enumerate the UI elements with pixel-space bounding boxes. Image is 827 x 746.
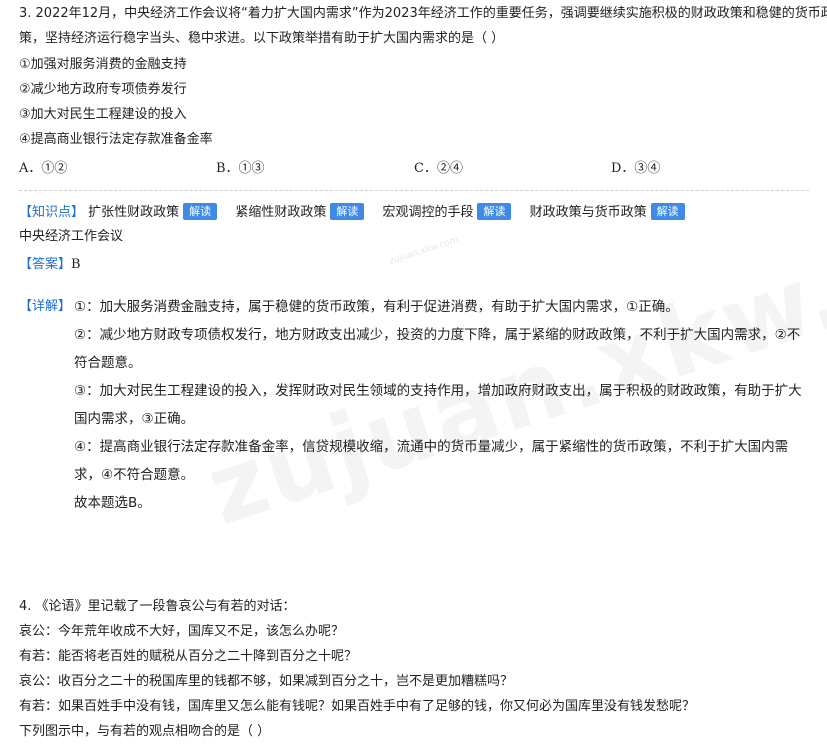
q4-dialogue-line: 哀公：收百分之二十的税国库里的钱都不够，如果减到百分之十，岂不是更加糟糕吗？ [19,674,514,689]
option-c[interactable]: C．②④ [414,157,463,176]
option-a[interactable]: A．①② [19,157,67,176]
q3-stem-line1: 3. 2022年12月，中央经济工作会议将“着力扩大国内需求”作为2023年经济… [19,6,827,21]
q4-dialogue-line: 有若：能否将老百姓的赋税从百分之二十降到百分之十呢？ [19,649,358,664]
q3-item-3: ③加大对民生工程建设的投入 [19,107,187,122]
knowledge-point-label[interactable]: 扩张性财政政策 [88,205,179,220]
q3-stem-line2: 策，坚持经济运行稳字当头、稳中求进。以下政策举措有助于扩大国内需求的是（ ） [19,31,505,46]
explain-button[interactable]: 解读 [330,203,365,220]
knowledge-point-label[interactable]: 宏观调控的手段 [382,205,473,220]
explain-button[interactable]: 解读 [650,203,685,220]
extra-knowledge-point[interactable]: 中央经济工作会议 [19,227,123,247]
knowledge-point-label[interactable]: 财政政策与货币政策 [530,205,647,220]
q4-dialogue-line: 有若：如果百姓手中没有钱，国库里又怎么能有钱呢？如果百姓手中有了足够的钱，你又何… [19,699,696,714]
detail-paragraph-3: ③：加大对民生工程建设的投入，发挥财政对民生领域的支持作用，增加政府财政支出，属… [74,383,802,427]
q4-dialogue-line: 哀公：今年荒年收成不大好，国库又不足，该怎么办呢？ [19,624,345,639]
option-d[interactable]: D．③④ [611,157,660,176]
q4-question: 下列图示中，与有若的观点相吻合的是（ ） [19,724,271,739]
answer-value: B [71,257,81,272]
knowledge-label: 【知识点】 [19,205,85,220]
q3-item-2: ②减少地方政府专项债券发行 [19,82,187,97]
explain-button[interactable]: 解读 [477,203,512,220]
detail-paragraph-4: ④：提高商业银行法定存款准备金率，信贷规模收缩，流通中的货币量减少，属于紧缩性的… [74,439,789,483]
answer-label: 【答案】 [19,257,72,272]
knowledge-point-label[interactable]: 紧缩性财政政策 [235,205,326,220]
answer-row: 【答案】B [19,255,81,275]
detail-paragraph-2: ②：减少地方财政专项债权发行，地方财政支出减少，投资的力度下降，属于紧缩的财政政… [74,327,801,371]
explain-button[interactable]: 解读 [183,203,218,220]
knowledge-point[interactable]: 宏观调控的手段 解读 [382,201,512,220]
q3-item-1: ①加强对服务消费的金融支持 [19,57,187,72]
knowledge-point[interactable]: 紧缩性财政政策 解读 [235,201,365,220]
detail-paragraph-1: ①：加大服务消费金融支持，属于稳健的货币政策，有利于促进消费，有助于扩大国内需求… [74,299,679,315]
knowledge-point[interactable]: 扩张性财政政策 解读 [88,201,218,220]
detail-conclusion: 故本题选B。 [74,495,151,511]
option-b[interactable]: B．①③ [216,157,265,176]
knowledge-point[interactable]: 财政政策与货币政策 解读 [530,201,685,220]
q3-item-4: ④提高商业银行法定存款准备金率 [19,132,213,147]
watermark-small: zujuan.xkw.com [388,235,460,267]
section-divider [19,190,809,191]
knowledge-points-row: 【知识点】 扩张性财政政策 解读 紧缩性财政政策 解读 宏观调控的手段 解读 财政政策… [19,201,699,220]
q4-stem: 4. 《论语》里记载了一段鲁哀公与有若的对话： [19,599,296,614]
detail-label: 【详解】 [19,299,72,314]
